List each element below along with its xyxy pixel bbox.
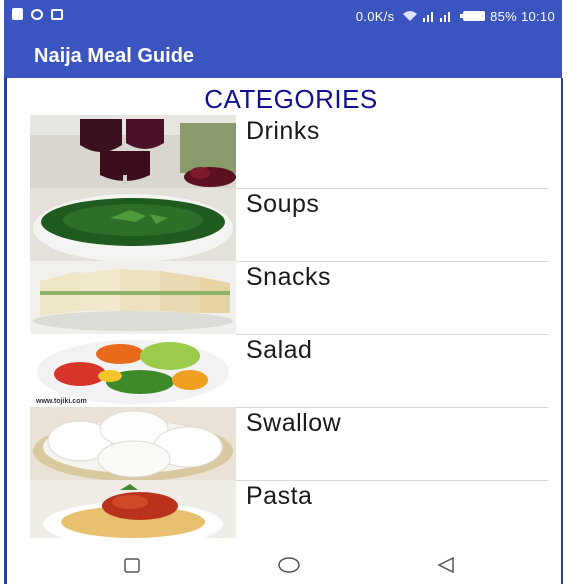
clock: 10:10 [520,9,555,24]
home-button[interactable] [277,555,301,580]
back-icon [437,556,454,574]
gallery-icon [51,8,63,20]
category-label-drinks: Drinks [246,117,320,145]
battery-level: 85% [490,9,518,24]
swallow-image [30,407,236,480]
category-label-salad: Salad [246,336,313,364]
frame-border-left [4,78,7,584]
salad-watermark: www.tojiki.com [36,398,87,405]
app-title: Naija Meal Guide [34,45,195,67]
facebook-icon [12,8,23,20]
soups-image [30,188,236,261]
category-label-pasta: Pasta [246,482,313,510]
messenger-icon [31,8,43,20]
category-label-snacks: Snacks [246,263,331,291]
status-bar: 0.0K/s 85% 10:10 [4,0,562,34]
frame-border-right [561,78,563,584]
signal-icon [423,12,451,22]
status-icons [12,8,63,20]
wifi-icon [403,11,418,21]
category-row-swallow[interactable]: Swallow [30,407,548,481]
network-speed: 0.0K/s [355,9,395,24]
status-info: 0.0K/s 85% 10:10 [356,9,555,24]
salad-image: www.tojiki.com [30,334,236,407]
category-label-soups: Soups [246,190,320,218]
battery-icon [460,11,486,21]
recents-icon [124,558,140,573]
back-button[interactable] [435,555,457,580]
category-row-snacks[interactable]: Snacks [30,261,548,335]
drinks-image [30,115,236,188]
snacks-image [30,261,236,334]
pasta-image [30,480,236,538]
category-row-pasta[interactable]: Pasta [30,480,548,538]
category-row-salad[interactable]: www.tojiki.com Salad [30,334,548,408]
category-row-drinks[interactable]: Drinks [30,115,548,189]
home-icon [278,557,300,573]
category-row-soups[interactable]: Soups [30,188,548,262]
app-bar: Naija Meal Guide [4,34,562,78]
navigation-bar [7,547,561,584]
categories-heading: CATEGORIES [204,84,378,114]
category-label-swallow: Swallow [246,409,342,437]
recents-button[interactable] [122,555,142,580]
